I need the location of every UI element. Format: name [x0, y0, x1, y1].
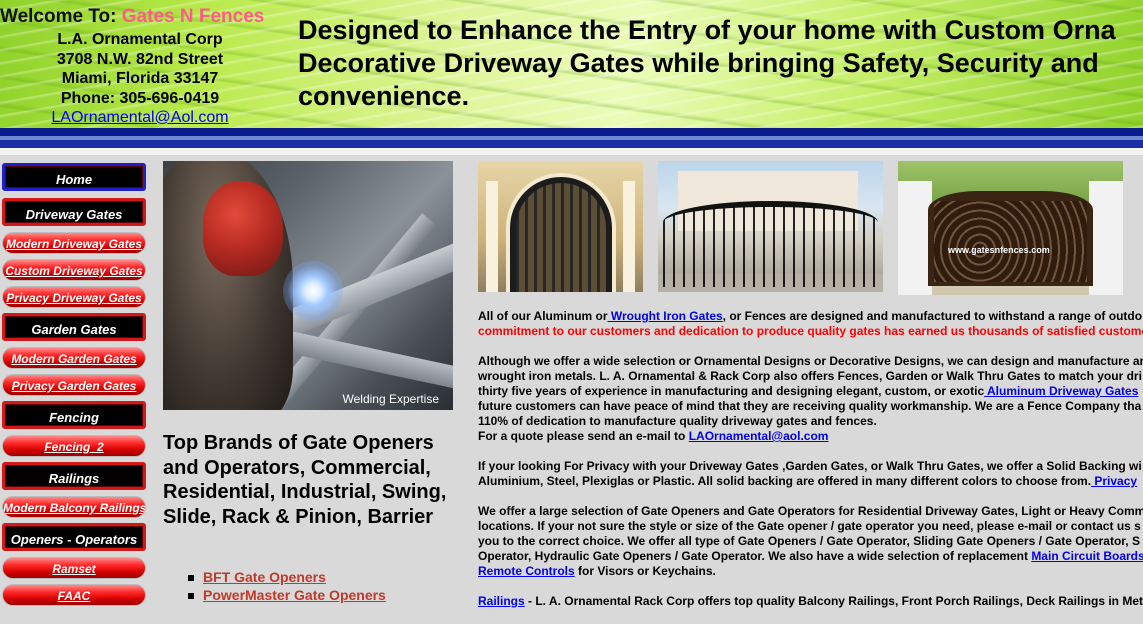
street-address: 3708 N.W. 82nd Street [56, 50, 224, 68]
privacy-paragraph: If your looking For Privacy with your Dr… [478, 459, 1143, 489]
nav-home[interactable]: Home [2, 163, 146, 191]
privacy-link[interactable]: Privacy [1091, 474, 1137, 488]
pillar [898, 181, 932, 295]
designs-line-4: future customers can have peace of mind … [478, 399, 1142, 413]
welcome-heading: Welcome To: Gates N Fences [0, 6, 264, 28]
column [623, 181, 635, 292]
welding-mask [203, 181, 283, 276]
wrought-iron-driveway-gate-photo[interactable] [658, 161, 883, 292]
headline-line-2: Decorative Driveway Gates while bringing… [298, 48, 1099, 78]
phone-number: Phone: 305-696-0419 [60, 89, 220, 107]
nav-privacy-garden-gates[interactable]: Privacy Garden Gates [2, 374, 146, 396]
bft-gate-openers-link[interactable]: BFT Gate Openers [203, 569, 326, 585]
brands-heading: Top Brands of Gate Openers and Operators… [163, 432, 447, 528]
quote-email-link[interactable]: LAOrnamental@aol.com [689, 429, 829, 443]
page-headline: Designed to Enhance the Entry of your ho… [298, 14, 1143, 113]
nav-railings[interactable]: Railings [2, 462, 146, 490]
scroll-driveway-gate-photo[interactable]: www.gatesnfences.com [898, 161, 1123, 295]
header-divider-stripe [0, 128, 1143, 136]
designs-line-1: Although we offer a wide selection or Or… [478, 354, 1143, 368]
site-header: Welcome To: Gates N Fences L.A. Ornament… [0, 0, 1143, 155]
intro-text-cont: , or Fences are designed and manufacture… [722, 309, 1143, 323]
header-divider-stripe-white [0, 148, 1143, 155]
scroll-gate [928, 191, 1093, 286]
privacy-line-1: If your looking For Privacy with your Dr… [478, 459, 1142, 473]
list-item: PowerMaster Gate Openers [188, 587, 386, 605]
wrought-iron-gates-link[interactable]: Wrought Iron Gates [608, 309, 723, 323]
railings-text: - L. A. Ornamental Rack Corp offers top … [524, 594, 1143, 608]
nav-fencing-2[interactable]: Fencing_2 [2, 435, 146, 457]
remote-controls-link[interactable]: Remote Controls [478, 564, 575, 578]
nav-faac[interactable]: FAAC [2, 584, 146, 606]
company-legal-name: L.A. Ornamental Corp [57, 31, 223, 48]
ornamental-entry-gate-photo[interactable] [478, 161, 643, 292]
sidebar-nav: Home Driveway Gates Modern Driveway Gate… [0, 162, 150, 608]
welding-spark [283, 261, 343, 321]
designs-line-2: wrought iron metals. L. A. Ornamental & … [478, 369, 1142, 383]
nav-modern-balcony-railings[interactable]: Modern Balcony Railings [2, 496, 146, 518]
arched-gate [506, 173, 616, 292]
company-name: Gates N Fences [121, 6, 265, 27]
email-link[interactable]: LAOrnamental@Aol.com [51, 109, 228, 126]
nav-ramset[interactable]: Ramset [2, 557, 146, 579]
brand-list: BFT Gate Openers PowerMaster Gate Opener… [188, 569, 386, 604]
openers-line-4: Operator, Hydraulic Gate Openers / Gate … [478, 549, 1032, 563]
privacy-line-2: Aluminium, Steel, Plexiglas or Plastic. … [478, 474, 1092, 488]
railings-link[interactable]: Railings [478, 594, 525, 608]
nav-modern-garden-gates[interactable]: Modern Garden Gates [2, 347, 146, 369]
column [486, 181, 498, 292]
designs-line-3: thirty five years of experience in manuf… [478, 384, 985, 398]
welding-caption: Welding Expertise [342, 392, 440, 406]
nav-custom-driveway-gates[interactable]: Custom Driveway Gates [2, 259, 146, 281]
main-circuit-boards-link[interactable]: Main Circuit Boards [1031, 549, 1143, 563]
openers-line-3: you to the correct choice. We offer all … [478, 534, 1140, 548]
aluminum-driveway-gates-link[interactable]: Aluminum Driveway Gates [984, 384, 1138, 398]
quote-prompt: For a quote please send an e-mail to [478, 429, 689, 443]
nav-modern-driveway-gates[interactable]: Modern Driveway Gates [2, 232, 146, 254]
main-content: All of our Aluminum or Wrought Iron Gate… [478, 309, 1143, 624]
iron-gate [663, 201, 878, 287]
openers-line-2: locations. If your not sure the style or… [478, 519, 1141, 533]
powermaster-gate-openers-link[interactable]: PowerMaster Gate Openers [203, 587, 386, 603]
intro-paragraph: All of our Aluminum or Wrought Iron Gate… [478, 309, 1143, 339]
headline-line-3: convenience. [298, 81, 470, 111]
city-state-zip: Miami, Florida 33147 [61, 70, 219, 87]
designs-line-5: 110% of dedication to manufacture qualit… [478, 414, 877, 428]
welcome-prefix: Welcome To: [0, 6, 122, 27]
designs-paragraph: Although we offer a wide selection or Or… [478, 354, 1143, 444]
headline-line-1: Designed to Enhance the Entry of your ho… [298, 15, 1116, 45]
nav-fencing[interactable]: Fencing [2, 401, 146, 429]
nav-driveway-gates[interactable]: Driveway Gates [2, 198, 146, 226]
photo-watermark: www.gatesnfences.com [948, 245, 1050, 255]
nav-garden-gates[interactable]: Garden Gates [2, 313, 146, 341]
nav-privacy-driveway-gates[interactable]: Privacy Driveway Gates [2, 286, 146, 308]
intro-text: All of our Aluminum or [478, 309, 608, 323]
company-address: L.A. Ornamental Corp 3708 N.W. 82nd Stre… [20, 30, 260, 128]
openers-paragraph: We offer a large selection of Gate Opene… [478, 504, 1143, 579]
list-item: BFT Gate Openers [188, 569, 386, 587]
openers-line-5: for Visors or Keychains. [574, 564, 716, 578]
openers-line-1: We offer a large selection of Gate Opene… [478, 504, 1143, 518]
railings-paragraph: Railings - L. A. Ornamental Rack Corp of… [478, 594, 1143, 609]
nav-openers-operators[interactable]: Openers - Operators [2, 523, 146, 551]
pillar [1089, 181, 1123, 295]
commitment-statement: commitment to our customers and dedicati… [478, 324, 1143, 338]
welding-photo: Welding Expertise [163, 161, 453, 410]
header-divider-stripe-dark [0, 140, 1143, 148]
